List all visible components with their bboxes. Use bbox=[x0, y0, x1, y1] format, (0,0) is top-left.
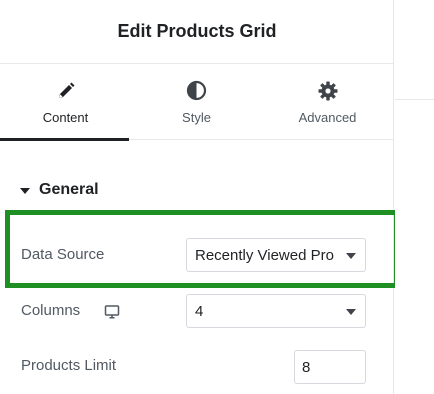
pencil-icon bbox=[55, 80, 77, 102]
columns-value: 4 bbox=[195, 302, 204, 320]
panel-title: Edit Products Grid bbox=[117, 21, 277, 41]
products-limit-input[interactable] bbox=[294, 350, 366, 384]
tab-content-label: Content bbox=[42, 109, 89, 125]
divider bbox=[395, 99, 434, 100]
canvas-edge bbox=[395, 0, 434, 394]
gear-icon bbox=[317, 80, 339, 102]
editor-panel: Edit Products Grid Content Style Advance… bbox=[0, 0, 394, 394]
panel-header: Edit Products Grid bbox=[0, 0, 394, 64]
highlight-box bbox=[5, 210, 399, 288]
tab-advanced-label: Advanced bbox=[298, 109, 357, 125]
tab-advanced[interactable]: Advanced bbox=[262, 64, 393, 140]
contrast-icon bbox=[186, 80, 208, 102]
caret-down-icon bbox=[20, 187, 30, 194]
tab-style[interactable]: Style bbox=[131, 64, 262, 140]
columns-label: Columns bbox=[21, 302, 81, 319]
products-limit-label: Products Limit bbox=[21, 357, 117, 374]
tab-content[interactable]: Content bbox=[0, 64, 131, 141]
tab-style-label: Style bbox=[182, 109, 211, 125]
chevron-down-icon bbox=[346, 309, 356, 315]
section-toggle-general[interactable]: General bbox=[20, 181, 99, 199]
desktop-icon[interactable] bbox=[104, 304, 120, 320]
columns-select[interactable]: 4 bbox=[186, 294, 366, 328]
section-title: General bbox=[39, 181, 99, 198]
tab-bar: Content Style Advanced bbox=[0, 64, 394, 141]
